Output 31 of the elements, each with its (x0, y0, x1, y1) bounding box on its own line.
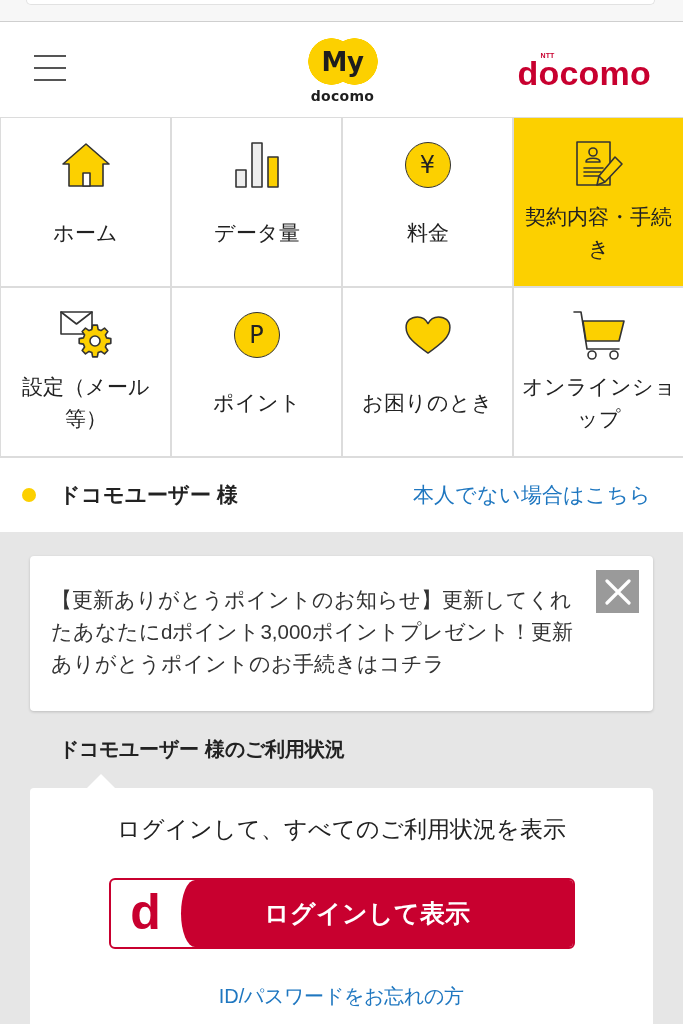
coin-icon: P (233, 312, 280, 358)
nav-tile[interactable]: データ量 (172, 118, 341, 286)
heart-icon (403, 315, 452, 355)
bar-chart-icon (233, 141, 280, 189)
forgot-password-link[interactable]: ID/パスワードをお忘れの方 (218, 981, 465, 1011)
nav-tile[interactable]: オンラインショップ (514, 288, 683, 456)
close-icon (604, 578, 631, 605)
nav-tile[interactable]: ホーム (1, 118, 170, 286)
house-icon (60, 142, 111, 188)
login-button[interactable]: d ログインして表示 (108, 878, 575, 949)
logo-wordmark: docomo (310, 89, 375, 103)
nav-tile[interactable]: 設定（メール等） (1, 288, 170, 456)
nav-tile[interactable]: お困りのとき (343, 288, 512, 456)
logo-mark: My (307, 38, 378, 85)
d-logo: d (129, 882, 162, 942)
nav-tile[interactable]: P ポイント (172, 288, 341, 456)
menu-icon[interactable] (34, 54, 66, 81)
address-field[interactable] (26, 0, 655, 5)
switch-user-link[interactable]: 本人でない場合はこちら (413, 481, 651, 509)
login-prompt: ログインして、すべてのご利用状況を表示 (117, 815, 566, 844)
bullet-dot-icon (22, 488, 36, 502)
section-title: ドコモユーザー 様のご利用状況 (59, 737, 346, 762)
user-name: ドコモユーザー 様 (59, 482, 238, 508)
close-button[interactable] (596, 570, 639, 613)
envelope-gear-icon (59, 311, 112, 359)
nav-tile[interactable]: ¥ 料金 (343, 118, 512, 286)
nav-tile[interactable]: 契約内容・手続き (514, 118, 683, 286)
brand-logo: docomo (517, 59, 651, 87)
shopping-cart-icon (571, 309, 626, 361)
notice-text[interactable]: 【更新ありがとうポイントのお知らせ】更新してくれたあなたにdポイント3,000ポイントプレゼント！更新ありがとうポイントのお手続きはコチラ (51, 570, 575, 694)
coin-icon: ¥ (404, 142, 451, 188)
